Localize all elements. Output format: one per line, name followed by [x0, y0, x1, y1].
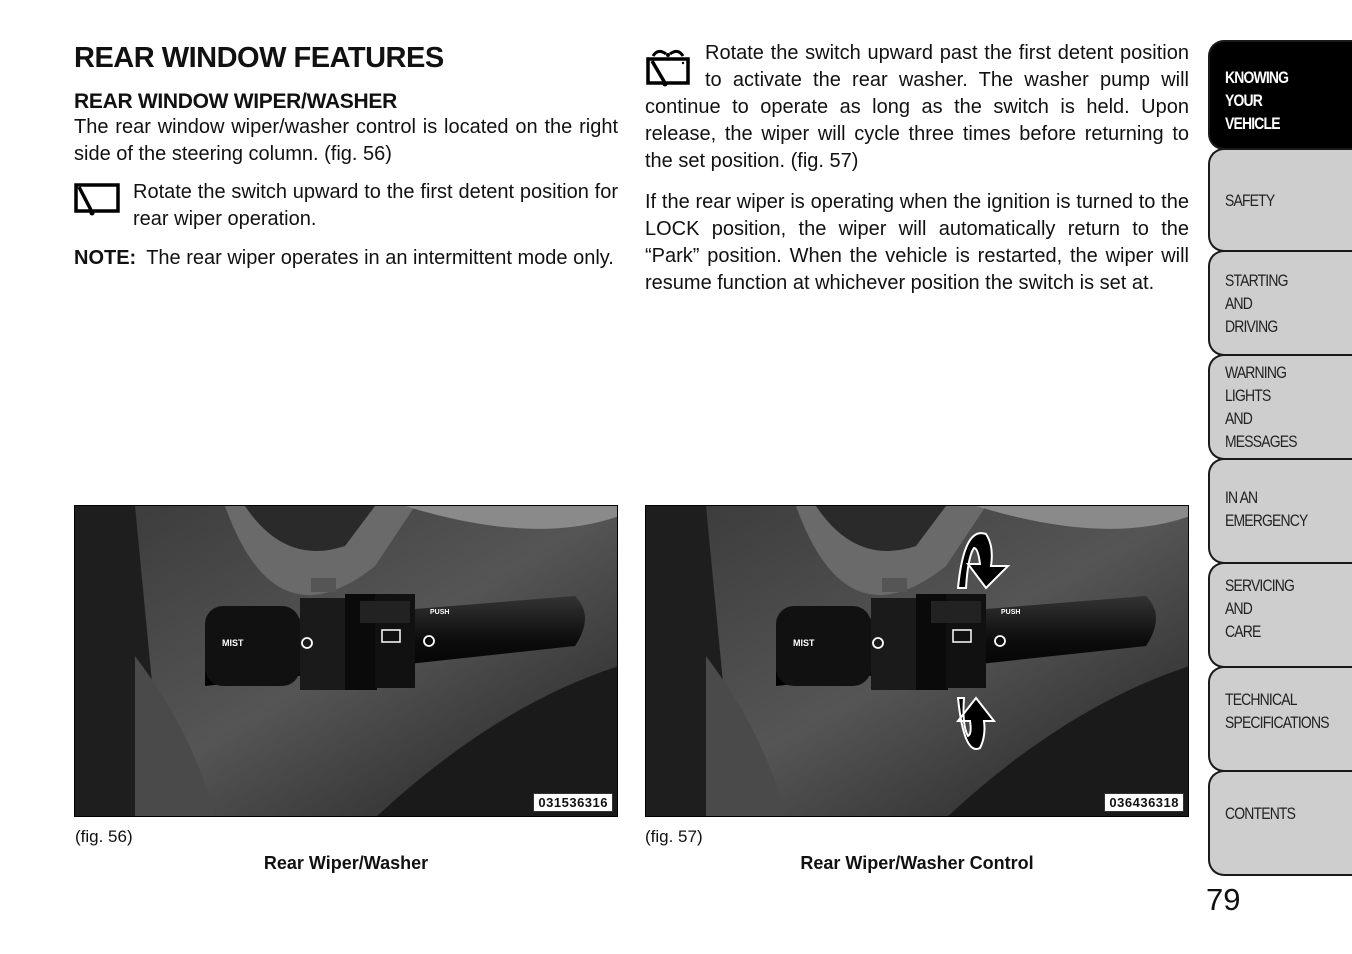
- rear-washer-icon: [645, 46, 691, 93]
- tab-label: WARNING LIGHTS AND MESSAGES: [1225, 363, 1298, 451]
- figure-56-image: MIST PUSH 031536316: [74, 505, 618, 817]
- note-text: The rear wiper operates in an intermitte…: [146, 247, 614, 269]
- page-number: 79: [1206, 882, 1241, 917]
- tab-in-an-emergency[interactable]: IN AN EMERGENCY: [1208, 458, 1352, 564]
- tab-label: KNOWING YOUR VEHICLE: [1225, 68, 1289, 133]
- tab-label: STARTING AND DRIVING: [1225, 270, 1288, 336]
- steering-column-illustration: MIST PUSH: [75, 506, 617, 816]
- rear-wiper-text: Rotate the switch upward to the first de…: [133, 181, 618, 230]
- tab-label: IN AN EMERGENCY: [1225, 488, 1308, 530]
- tab-label: TECHNICAL SPECIFICATIONS: [1225, 690, 1330, 732]
- tab-safety[interactable]: SAFETY: [1208, 148, 1352, 252]
- mist-label: MIST: [793, 638, 815, 648]
- figure-57-image: MIST PUSH 036436318: [645, 505, 1189, 817]
- mist-label: MIST: [222, 638, 244, 648]
- figure-56-ref: (fig. 56): [75, 827, 133, 846]
- section-title: REAR WINDOW FEATURES: [74, 42, 444, 74]
- subsection-title: REAR WINDOW WIPER/WASHER: [74, 90, 397, 113]
- tab-label: SAFETY: [1225, 190, 1275, 210]
- push-label: PUSH: [430, 609, 449, 616]
- tab-label: CONTENTS: [1225, 804, 1296, 823]
- note-paragraph: NOTE: The rear wiper operates in an inter…: [74, 245, 618, 272]
- push-label: PUSH: [1001, 609, 1020, 616]
- rear-washer-text: Rotate the switch upward past the first …: [645, 42, 1189, 172]
- tab-label: SERVICING AND CARE: [1225, 576, 1295, 641]
- left-column: REAR WINDOW FEATURES REAR WINDOW WIPER/W…: [74, 40, 618, 272]
- tab-knowing-your-vehicle[interactable]: KNOWING YOUR VEHICLE: [1208, 40, 1352, 150]
- tab-warning-lights-and-messages[interactable]: WARNING LIGHTS AND MESSAGES: [1208, 354, 1352, 460]
- figure-code: 031536316: [533, 793, 613, 812]
- figure-57-ref: (fig. 57): [645, 827, 703, 846]
- figure-56-caption: Rear Wiper/Washer: [263, 853, 429, 873]
- tab-servicing-and-care[interactable]: SERVICING AND CARE: [1208, 562, 1352, 668]
- figure-code: 036436318: [1104, 793, 1184, 812]
- figure-57-caption: Rear Wiper/Washer Control: [800, 853, 1034, 873]
- intro-paragraph: The rear window wiper/washer control is …: [74, 116, 618, 165]
- right-column: Rotate the switch upward past the first …: [645, 40, 1189, 297]
- ignition-paragraph: If the rear wiper is operating when the …: [645, 191, 1189, 294]
- tab-starting-and-driving[interactable]: STARTING AND DRIVING: [1208, 250, 1352, 356]
- rear-wiper-instruction: Rotate the switch upward to the first de…: [74, 179, 618, 233]
- tab-technical-specifications[interactable]: TECHNICAL SPECIFICATIONS: [1208, 666, 1352, 772]
- note-label: NOTE:: [74, 247, 137, 269]
- tab-contents[interactable]: CONTENTS: [1208, 770, 1352, 876]
- rear-washer-instruction: Rotate the switch upward past the first …: [645, 40, 1189, 175]
- steering-column-illustration: MIST PUSH: [646, 506, 1188, 816]
- rear-wiper-icon: [74, 183, 120, 222]
